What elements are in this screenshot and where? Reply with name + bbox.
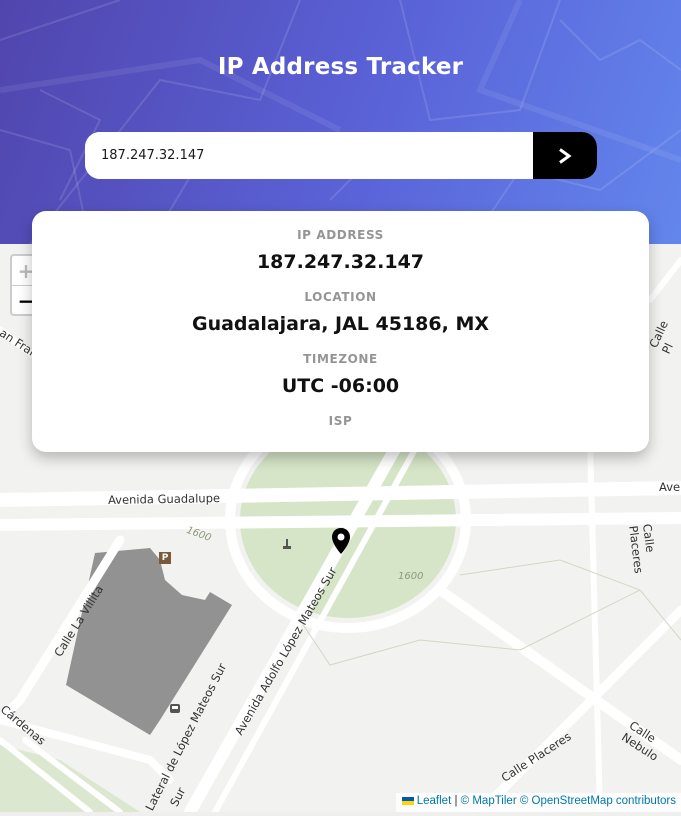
chevron-right-icon [559,147,572,164]
ukraine-flag-icon [401,797,414,805]
header-pattern [0,0,681,244]
osm-link[interactable]: © OpenStreetMap contributors [520,795,676,807]
parking-icon: P [159,552,171,564]
leaflet-link[interactable]: Leaflet [417,795,452,807]
location-value: Guadalajara, JAL 45186, MX [191,313,490,335]
street-label: Avenida Guadalupe [107,491,221,507]
ip-address-value: 187.247.32.147 [256,251,425,273]
bus-stop-icon [170,704,180,713]
location-marker-icon[interactable] [331,527,351,555]
search-submit-button[interactable] [533,132,597,179]
maptiler-link[interactable]: © MapTiler [461,795,517,807]
location-label: LOCATION [304,290,377,304]
street-label: Ave [659,480,681,494]
timezone-label: TIMEZONE [303,352,378,366]
isp-label: ISP [328,414,353,428]
map-attribution: Leaflet | © MapTiler © OpenStreetMap con… [395,793,681,812]
timezone-value: UTC -06:00 [281,375,400,397]
ip-info-card: IP ADDRESS 187.247.32.147 LOCATION Guada… [32,211,649,452]
search-bar [85,132,597,179]
ip-address-label: IP ADDRESS [297,228,384,242]
ip-search-input[interactable] [85,132,533,179]
monument-icon [283,539,291,549]
app-title: IP Address Tracker [217,54,464,80]
header: IP Address Tracker [0,0,681,244]
elevation-label: 1600 [398,571,424,582]
